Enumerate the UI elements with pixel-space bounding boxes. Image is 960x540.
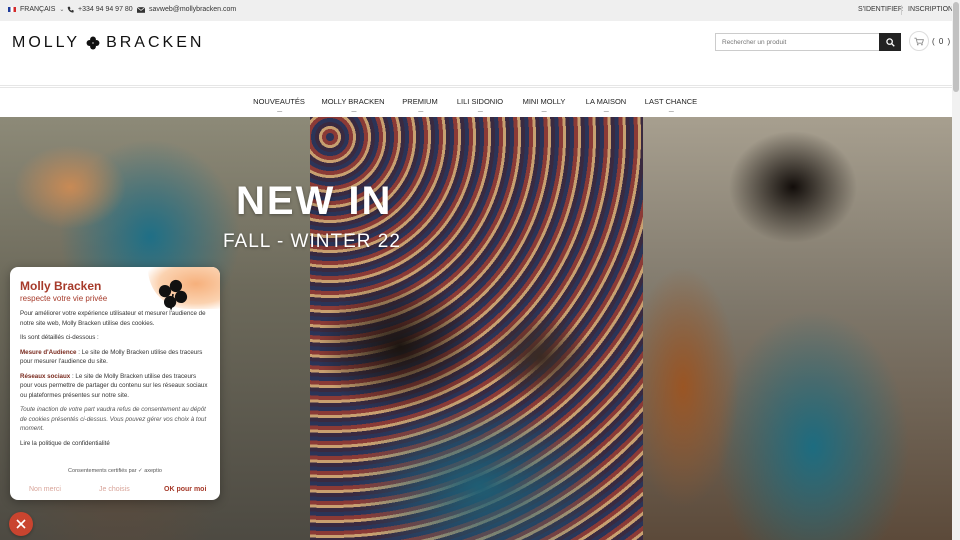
- consent-certified[interactable]: Consentements certifiés par ✓ axeptio: [10, 468, 220, 474]
- scrollbar-thumb[interactable]: [953, 2, 959, 92]
- consent-detail: Ils sont détaillés ci-dessous :: [20, 334, 99, 341]
- register-link[interactable]: INSCRIPTION: [908, 6, 953, 13]
- nav-item-nouveautes[interactable]: NOUVEAUTÉS: [253, 97, 305, 112]
- consent-notice: Toute inaction de votre part vaudra refu…: [20, 406, 207, 432]
- nav-item-last-chance[interactable]: LAST CHANCE: [645, 97, 697, 112]
- accept-button[interactable]: OK pour moi: [164, 486, 206, 493]
- page-scrollbar[interactable]: [952, 0, 960, 540]
- site-logo[interactable]: MOLLY BRACKEN: [12, 34, 204, 52]
- cart-count: ( 0 ): [932, 37, 952, 46]
- consent-toggle-button[interactable]: [9, 512, 33, 536]
- consent-intro: Pour améliorer votre expérience utilisat…: [20, 310, 206, 327]
- choose-button[interactable]: Je choisis: [99, 486, 130, 493]
- consent-title: Molly Bracken: [20, 279, 102, 293]
- flag-fr-icon: [8, 7, 16, 12]
- nav-item-mini-molly[interactable]: MINI MOLLY: [523, 97, 565, 112]
- top-bar: FRANÇAIS ⌄ +334 94 94 97 80 savweb@molly…: [0, 0, 953, 21]
- mail-icon: [137, 6, 145, 13]
- hero-title: NEW IN: [236, 179, 393, 223]
- nav-item-la-maison[interactable]: LA MAISON: [586, 97, 626, 112]
- language-label: FRANÇAIS: [20, 6, 56, 13]
- consent-audience: Mesure d'Audience : Le site de Molly Bra…: [20, 348, 210, 367]
- privacy-policy-link[interactable]: Lire la politique de confidentialité: [20, 439, 210, 449]
- phone-number: +334 94 94 97 80: [78, 6, 133, 13]
- hero-subtitle: FALL - WINTER 22: [223, 231, 401, 252]
- decline-button[interactable]: Non merci: [29, 486, 61, 493]
- search-input[interactable]: Rechercher un produit: [715, 33, 880, 51]
- topbar-divider: [901, 5, 902, 15]
- social-label: Réseaux sociaux: [20, 372, 71, 380]
- clover-icon: [158, 279, 188, 310]
- page: FRANÇAIS ⌄ +334 94 94 97 80 savweb@molly…: [0, 0, 960, 540]
- nav-item-molly-bracken[interactable]: MOLLY BRACKEN: [321, 97, 385, 112]
- language-selector[interactable]: FRANÇAIS ⌄: [8, 6, 64, 13]
- consent-actions: Non merci Je choisis OK pour moi: [10, 486, 220, 500]
- site-header: MOLLY BRACKEN Rechercher un produit ( 0 …: [0, 21, 952, 86]
- cart-button[interactable]: [909, 31, 929, 51]
- hero-photo-right: [643, 117, 952, 540]
- cart-icon: [914, 37, 924, 45]
- nav-item-lili-sidonio[interactable]: LILI SIDONIO: [457, 97, 503, 112]
- main-nav: NOUVEAUTÉS MOLLY BRACKEN PREMIUM LILI SI…: [0, 87, 952, 117]
- email-contact[interactable]: savweb@mollybracken.com: [137, 6, 236, 13]
- chevron-down-icon: ⌄: [59, 7, 65, 13]
- phone-icon: [67, 6, 74, 13]
- logo-text-left: MOLLY: [12, 34, 81, 51]
- consent-subtitle: respecte votre vie privée: [20, 294, 108, 303]
- close-icon: [16, 519, 26, 529]
- consent-body: Pour améliorer votre expérience utilisat…: [20, 309, 210, 453]
- email-address: savweb@mollybracken.com: [149, 6, 237, 13]
- search-button[interactable]: [879, 33, 901, 51]
- cookie-consent-dialog: Molly Bracken respecte votre vie privée …: [10, 267, 220, 500]
- clover-icon: [86, 36, 100, 50]
- search-icon: [885, 37, 895, 47]
- logo-text-right: BRACKEN: [106, 34, 205, 51]
- nav-item-premium[interactable]: PREMIUM: [402, 97, 438, 112]
- audience-label: Mesure d'Audience: [20, 348, 77, 356]
- consent-social: Réseaux sociaux : Le site de Molly Brack…: [20, 372, 210, 401]
- signin-link[interactable]: S'IDENTIFIER: [858, 6, 903, 13]
- phone-contact[interactable]: +334 94 94 97 80: [67, 6, 133, 13]
